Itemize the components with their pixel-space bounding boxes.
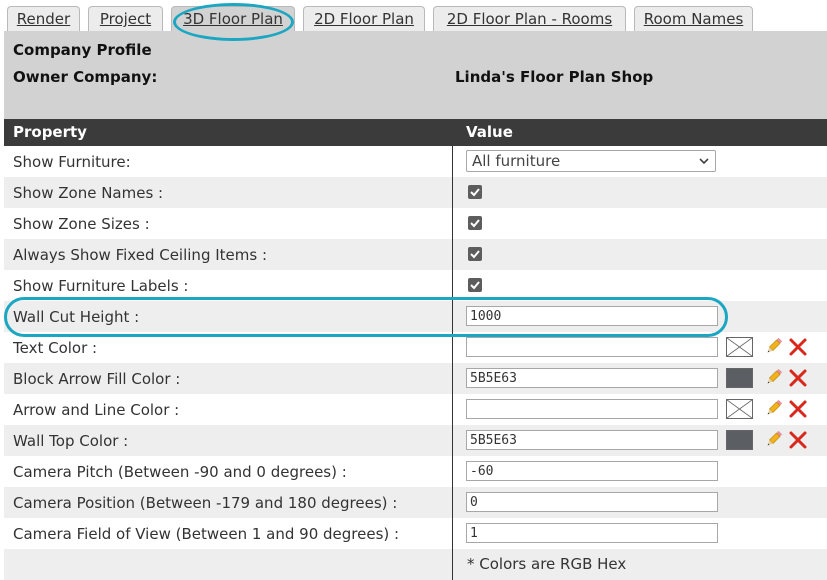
tab-2d-floor-plan-rooms[interactable]: 2D Floor Plan - Rooms — [433, 6, 626, 31]
no-color-icon[interactable] — [726, 399, 753, 419]
pencil-icon[interactable] — [764, 336, 784, 356]
table-row: Wall Cut Height : 1000 — [4, 301, 827, 332]
delete-icon[interactable] — [788, 399, 808, 419]
table-row: Show Zone Sizes : — [4, 208, 827, 239]
row-label: Camera Position (Between -179 and 180 de… — [13, 494, 398, 512]
company-profile-title: Company Profile — [13, 41, 152, 59]
tab-3d-floor-plan[interactable]: 3D Floor Plan — [171, 6, 295, 31]
delete-icon[interactable] — [788, 368, 808, 388]
table-row: Show Furniture: All furniture — [4, 146, 827, 177]
row-label: Show Furniture Labels : — [13, 277, 189, 295]
wall-cut-height-input[interactable]: 1000 — [466, 306, 718, 326]
column-divider — [452, 518, 453, 549]
table-row: Arrow and Line Color : — [4, 394, 827, 425]
column-divider — [452, 425, 453, 456]
tab-room-names[interactable]: Room Names — [634, 6, 753, 31]
company-profile-panel: Company Profile Owner Company: Linda's F… — [4, 31, 827, 119]
row-label: Camera Field of View (Between 1 and 90 d… — [13, 525, 400, 543]
delete-icon[interactable] — [788, 337, 808, 357]
owner-company-label: Owner Company: — [13, 68, 158, 86]
owner-company-value: Linda's Floor Plan Shop — [455, 68, 654, 86]
header-property: Property — [13, 123, 87, 141]
column-divider — [452, 487, 453, 518]
table-row: Camera Pitch (Between -90 and 0 degrees)… — [4, 456, 827, 487]
table-row: Camera Field of View (Between 1 and 90 d… — [4, 518, 827, 549]
block-arrow-fill-color-input[interactable]: 5B5E63 — [466, 368, 718, 388]
column-divider — [452, 332, 453, 363]
row-label: Arrow and Line Color : — [13, 401, 180, 419]
color-swatch[interactable] — [726, 430, 753, 450]
table-row: Show Zone Names : — [4, 177, 827, 208]
row-label: Camera Pitch (Between -90 and 0 degrees)… — [13, 463, 347, 481]
table-row: Always Show Fixed Ceiling Items : — [4, 239, 827, 270]
property-table: Property Value Show Furniture: All furni… — [4, 119, 827, 580]
column-divider — [452, 208, 453, 239]
pencil-icon[interactable] — [764, 429, 784, 449]
select-value: All furniture — [472, 152, 561, 170]
tab-render[interactable]: Render — [7, 6, 80, 31]
delete-icon[interactable] — [788, 430, 808, 450]
always-show-fixed-ceiling-items-checkbox[interactable] — [468, 247, 482, 261]
table-row: Show Furniture Labels : — [4, 270, 827, 301]
table-header: Property Value — [4, 119, 827, 146]
table-row: Block Arrow Fill Color : 5B5E63 — [4, 363, 827, 394]
row-label: Show Zone Names : — [13, 184, 164, 202]
no-color-icon[interactable] — [726, 337, 753, 357]
column-divider — [452, 177, 453, 208]
show-zone-sizes-checkbox[interactable] — [468, 216, 482, 230]
column-divider — [452, 301, 453, 332]
tab-2d-floor-plan[interactable]: 2D Floor Plan — [303, 6, 425, 31]
pencil-icon[interactable] — [764, 367, 784, 387]
column-divider — [452, 363, 453, 394]
camera-field-of-view-input[interactable]: 1 — [466, 523, 718, 543]
header-value: Value — [466, 123, 513, 141]
row-label: Wall Top Color : — [13, 432, 129, 450]
text-color-input[interactable] — [466, 337, 718, 357]
tab-project[interactable]: Project — [88, 6, 163, 31]
column-divider — [452, 549, 453, 580]
show-zone-names-checkbox[interactable] — [468, 185, 482, 199]
show-furniture-labels-checkbox[interactable] — [468, 278, 482, 292]
row-label: Text Color : — [13, 339, 98, 357]
column-divider — [452, 270, 453, 301]
arrow-and-line-color-input[interactable] — [466, 399, 718, 419]
color-swatch[interactable] — [726, 368, 753, 388]
column-divider — [452, 239, 453, 270]
colors-note: * Colors are RGB Hex — [467, 555, 627, 573]
wall-top-color-input[interactable]: 5B5E63 — [466, 430, 718, 450]
table-row: Text Color : — [4, 332, 827, 363]
camera-pitch-input[interactable]: -60 — [466, 461, 718, 481]
pencil-icon[interactable] — [764, 398, 784, 418]
row-label: Show Zone Sizes : — [13, 215, 150, 233]
tab-bar: Render Project 3D Floor Plan 2D Floor Pl… — [0, 0, 827, 31]
table-row: * Colors are RGB Hex — [4, 549, 827, 580]
show-furniture-select[interactable]: All furniture — [466, 150, 716, 172]
row-label: Wall Cut Height : — [13, 308, 140, 326]
column-divider — [452, 146, 453, 177]
table-row: Camera Position (Between -179 and 180 de… — [4, 487, 827, 518]
column-divider — [452, 456, 453, 487]
row-label: Show Furniture: — [13, 153, 131, 171]
row-label: Always Show Fixed Ceiling Items : — [13, 246, 268, 264]
column-divider — [452, 394, 453, 425]
chevron-down-icon — [699, 158, 709, 165]
camera-position-input[interactable]: 0 — [466, 492, 718, 512]
row-label: Block Arrow Fill Color : — [13, 370, 181, 388]
table-row: Wall Top Color : 5B5E63 — [4, 425, 827, 456]
